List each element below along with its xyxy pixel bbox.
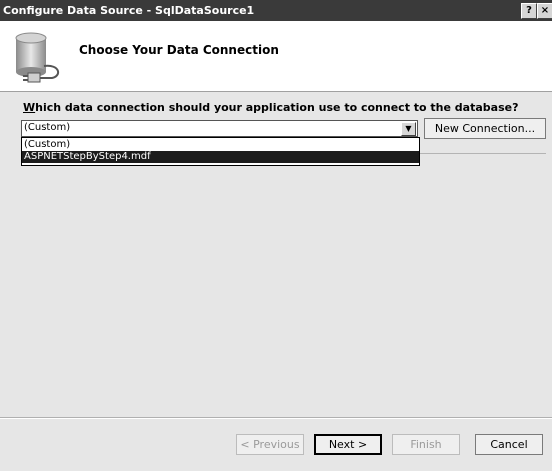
dropdown-option-custom[interactable]: (Custom) xyxy=(22,139,419,151)
title-bar: Configure Data Source - SqlDataSource1 ?… xyxy=(0,0,552,21)
window-title: Configure Data Source - SqlDataSource1 xyxy=(3,4,255,17)
combo-selected-value: (Custom) xyxy=(24,122,71,133)
question-text: hich data connection should your applica… xyxy=(35,101,519,114)
previous-button[interactable]: < Previous xyxy=(236,434,304,455)
data-connection-combobox[interactable]: (Custom) ▼ xyxy=(21,120,418,137)
new-connection-button[interactable]: New Connection... xyxy=(424,118,546,139)
page-heading: Choose Your Data Connection xyxy=(79,43,279,57)
help-button[interactable]: ? xyxy=(521,3,537,19)
separator xyxy=(420,153,546,154)
connection-dropdown-list[interactable]: (Custom) ASPNETStepByStep4.mdf xyxy=(21,137,420,166)
question-accelerator: W xyxy=(23,101,36,114)
database-connection-icon xyxy=(15,32,60,83)
cancel-button[interactable]: Cancel xyxy=(475,434,543,455)
footer-divider-highlight xyxy=(0,418,552,419)
dropdown-arrow-icon[interactable]: ▼ xyxy=(401,122,416,136)
dropdown-option-aspnetstepbystep4[interactable]: ASPNETStepByStep4.mdf xyxy=(22,151,419,163)
wizard-header: Choose Your Data Connection xyxy=(0,21,552,92)
next-button[interactable]: Next > xyxy=(314,434,382,455)
finish-button[interactable]: Finish xyxy=(392,434,460,455)
connection-question-label: Which data connection should your applic… xyxy=(23,101,518,114)
close-button[interactable]: × xyxy=(537,3,552,19)
